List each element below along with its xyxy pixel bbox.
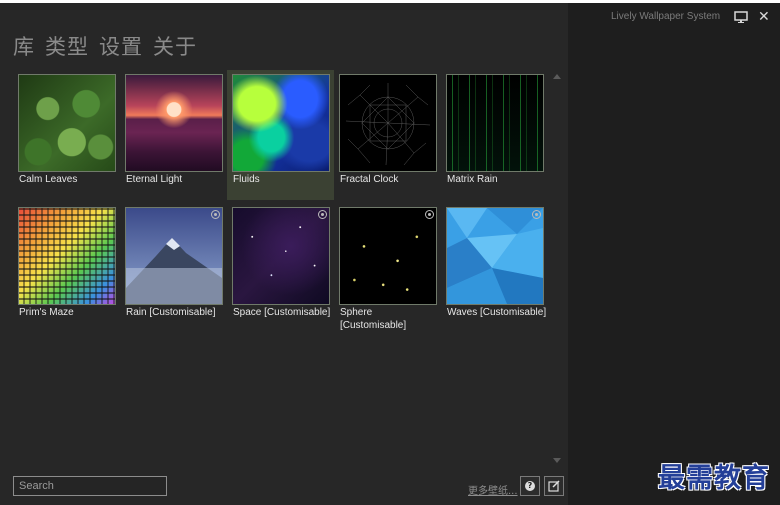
wallpaper-title: Sphere [Customisable] [340, 307, 407, 331]
scroll-up-arrow-icon[interactable] [553, 74, 561, 79]
rain-art [126, 208, 222, 304]
customise-gear-icon[interactable] [532, 210, 541, 219]
wallpaper-tile-calm-leaves[interactable]: Calm Leaves [13, 70, 120, 200]
wallpaper-title: Matrix Rain [447, 174, 498, 185]
wallpaper-tile-eternal-light[interactable]: Eternal Light [120, 70, 227, 200]
help-button[interactable]: ? [520, 476, 540, 496]
fractal-clock-art [345, 83, 431, 166]
app-title: Lively Wallpaper System [611, 11, 721, 22]
nav-about[interactable]: 关于 [153, 31, 197, 61]
nav-type[interactable]: 类型 [45, 31, 89, 61]
more-wallpapers-link[interactable]: 更多壁纸... [468, 482, 518, 497]
wallpaper-tile-space[interactable]: Space [Customisable] [227, 203, 334, 343]
wallpaper-tile-rain[interactable]: Rain [Customisable] [120, 203, 227, 343]
wallpaper-title: Rain [Customisable] [126, 307, 216, 318]
wallpaper-thumbnail [18, 74, 116, 172]
wallpaper-tile-prims-maze[interactable]: Prim's Maze [13, 203, 120, 343]
side-panel: Lively Wallpaper System ✕ [568, 3, 780, 505]
scroll-down-arrow-icon[interactable] [553, 458, 561, 463]
close-icon[interactable]: ✕ [758, 9, 770, 25]
edit-button[interactable] [544, 476, 564, 496]
wallpaper-thumbnail [125, 74, 223, 172]
help-icon: ? [525, 481, 535, 491]
wallpaper-tile-waves[interactable]: Waves [Customisable] [441, 203, 548, 343]
wallpaper-title: Waves [Customisable] [447, 307, 547, 318]
wallpaper-title: Eternal Light [126, 174, 183, 185]
monitor-icon[interactable] [734, 11, 748, 23]
wallpaper-thumbnail [125, 207, 223, 305]
wallpaper-thumbnail [18, 207, 116, 305]
wallpaper-thumbnail [446, 74, 544, 172]
edit-icon [548, 480, 560, 492]
nav-library[interactable]: 库 [13, 31, 35, 61]
main-nav: 库 类型 设置 关于 [13, 31, 197, 61]
wallpaper-thumbnail [339, 207, 437, 305]
customise-gear-icon[interactable] [318, 210, 327, 219]
wallpaper-title: Calm Leaves [19, 174, 78, 185]
wallpaper-thumbnail [232, 207, 330, 305]
search-box [13, 476, 167, 496]
wallpaper-tile-sphere[interactable]: Sphere [Customisable] [334, 203, 441, 343]
wallpaper-tile-fluids[interactable]: Fluids [227, 70, 334, 200]
app-window: 库 类型 设置 关于 Calm Leaves Eternal Light Flu… [0, 3, 780, 505]
customise-gear-icon[interactable] [211, 210, 220, 219]
wallpaper-thumbnail [339, 74, 437, 172]
search-input[interactable] [14, 477, 166, 495]
waves-art [447, 208, 543, 304]
wallpaper-title: Fractal Clock [340, 174, 399, 185]
wallpaper-thumbnail [232, 74, 330, 172]
wallpaper-tile-matrix-rain[interactable]: Matrix Rain [441, 70, 548, 200]
customise-gear-icon[interactable] [425, 210, 434, 219]
nav-settings[interactable]: 设置 [99, 31, 143, 61]
wallpaper-title: Fluids [233, 174, 260, 185]
wallpaper-tile-fractal-clock[interactable]: Fractal Clock [334, 70, 441, 200]
wallpaper-title: Prim's Maze [19, 307, 74, 318]
wallpaper-thumbnail [446, 207, 544, 305]
wallpaper-title: Space [Customisable] [233, 307, 331, 318]
watermark-logo: 最需教育 [658, 463, 770, 494]
library-panel: 库 类型 设置 关于 Calm Leaves Eternal Light Flu… [0, 3, 568, 505]
